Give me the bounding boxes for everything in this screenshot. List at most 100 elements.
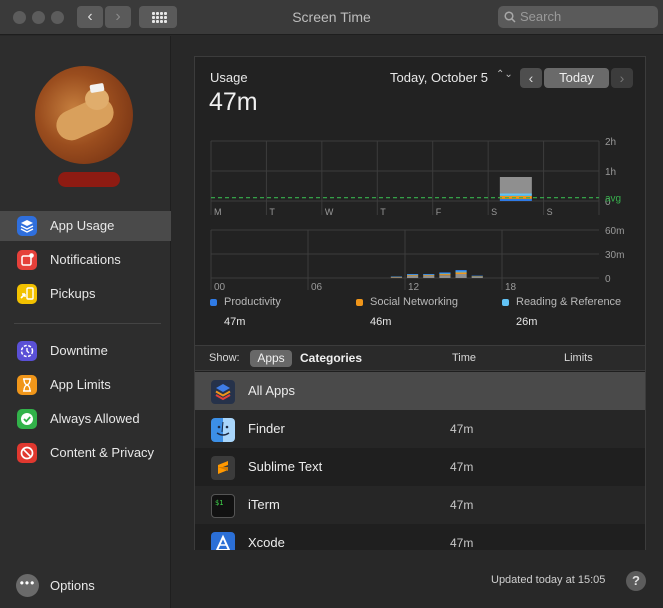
hour-bar-segment (439, 273, 451, 275)
table-row[interactable]: Xcode 47m (195, 524, 645, 550)
help-button[interactable]: ? (626, 571, 646, 591)
hourglass-icon (17, 375, 37, 395)
app-name: All Apps (248, 383, 295, 398)
options-icon[interactable]: ••• (16, 574, 39, 597)
sidebar: App Usage Notifications Pickups Downtime… (0, 36, 171, 608)
hour-bar-segment (423, 276, 435, 278)
sidebar-item-downtime[interactable]: Downtime (0, 336, 171, 366)
legend-swatch (210, 299, 217, 306)
search-icon (504, 11, 516, 23)
usage-chart-area: Usage 47m Today, October 5 ⌃⌄ ‹ Today › … (195, 57, 645, 345)
show-label: Show: (209, 352, 240, 364)
table-row[interactable]: Finder 47m (195, 410, 645, 448)
sidebar-divider (14, 323, 161, 324)
week-x-tick: M (214, 207, 222, 217)
app-time: 47m (450, 536, 474, 550)
hour-bar-segment (407, 275, 419, 276)
limits-column-header[interactable]: Limits (564, 352, 593, 364)
hour-y-tick: 0 (605, 274, 611, 285)
hour-y-tick: 60m (605, 226, 624, 237)
week-x-tick: T (380, 207, 386, 217)
checkmark-shield-icon (17, 409, 37, 429)
table-row[interactable]: All Apps (195, 372, 645, 410)
hour-x-tick: 12 (408, 282, 420, 293)
sidebar-item-always-allowed[interactable]: Always Allowed (0, 404, 171, 434)
sidebar-item-label: App Usage (50, 218, 115, 233)
apps-segment[interactable]: Apps (250, 350, 292, 367)
time-column-header[interactable]: Time (452, 352, 476, 364)
sidebar-item-label: Pickups (50, 286, 96, 301)
hour-bar-segment (455, 271, 467, 273)
sidebar-item-notifications[interactable]: Notifications (0, 245, 171, 275)
hour-x-tick: 00 (214, 282, 226, 293)
week-y-tick: 1h (605, 167, 616, 178)
app-time: 47m (450, 498, 474, 512)
sidebar-item-app-usage[interactable]: App Usage (0, 211, 171, 241)
hour-bar-segment (455, 272, 467, 274)
terminal-icon: $1 (211, 494, 235, 518)
hour-bar-segment (471, 276, 483, 278)
hour-bar-segment (407, 276, 419, 278)
week-x-tick: F (436, 207, 442, 217)
prohibited-icon (17, 443, 37, 463)
app-name: Xcode (248, 535, 285, 550)
sidebar-item-label: Downtime (50, 343, 108, 358)
sidebar-item-label: Notifications (50, 252, 121, 267)
average-label: avg (605, 194, 621, 205)
hour-bar-segment (439, 272, 451, 274)
app-name: iTerm (248, 497, 280, 512)
finder-icon (211, 418, 235, 442)
hour-bar-segment (407, 274, 419, 276)
redacted-user-name (58, 172, 120, 187)
legend-swatch (502, 299, 509, 306)
week-x-tick: W (325, 207, 334, 217)
legend-name: Reading & Reference (516, 296, 622, 308)
downtime-clock-icon (17, 341, 37, 361)
phone-pickup-icon (17, 284, 37, 304)
sidebar-item-label: Content & Privacy (50, 445, 155, 460)
app-name: Finder (248, 421, 285, 436)
app-time: 47m (450, 460, 474, 474)
user-avatar[interactable] (35, 66, 133, 164)
week-y-tick: 2h (605, 137, 616, 148)
hour-y-tick: 30m (605, 250, 624, 261)
svg-text:$1: $1 (215, 499, 223, 507)
sidebar-item-app-limits[interactable]: App Limits (0, 370, 171, 400)
legend-value: 46m (370, 316, 392, 328)
week-x-tick: S (491, 207, 497, 217)
hour-bar-segment (439, 274, 451, 276)
legend-name: Social Networking (370, 296, 459, 308)
hour-bar-segment (455, 270, 467, 272)
week-x-tick: T (269, 207, 275, 217)
sidebar-item-pickups[interactable]: Pickups (0, 279, 171, 309)
notification-badge-icon (17, 250, 37, 270)
title-bar: ‹ › Screen Time Search (0, 0, 663, 35)
legend-name: Productivity (224, 296, 281, 308)
hour-bar-segment (439, 275, 451, 278)
app-time: 47m (450, 422, 474, 436)
search-placeholder: Search (520, 9, 562, 24)
usage-panel: Usage 47m Today, October 5 ⌃⌄ ‹ Today › … (194, 56, 646, 550)
sidebar-item-label: Always Allowed (50, 411, 140, 426)
last-updated-text: Updated today at 15:05 (491, 574, 606, 586)
table-row[interactable]: Sublime Text 47m (195, 448, 645, 486)
sidebar-item-content-privacy[interactable]: Content & Privacy (0, 438, 171, 468)
hour-bar-segment (407, 274, 419, 275)
week-bar-segment (499, 198, 532, 201)
table-header-bar: Show: Apps Categories Time Limits (195, 345, 645, 371)
categories-segment[interactable]: Categories (300, 351, 362, 365)
legend-value: 47m (224, 316, 246, 328)
sublime-text-icon (211, 456, 235, 480)
week-bar-segment (499, 193, 532, 196)
hour-x-tick: 18 (505, 282, 517, 293)
layers-icon (211, 380, 235, 404)
hour-x-tick: 06 (311, 282, 323, 293)
xcode-icon (211, 532, 235, 550)
search-field[interactable]: Search (498, 6, 658, 28)
hour-bar-segment (390, 277, 402, 278)
options-button[interactable]: Options (50, 578, 95, 593)
week-bar-segment (499, 177, 532, 194)
table-row[interactable]: $1 iTerm 47m (195, 486, 645, 524)
hour-bar-segment (423, 274, 435, 276)
hour-bar-segment (455, 274, 467, 278)
